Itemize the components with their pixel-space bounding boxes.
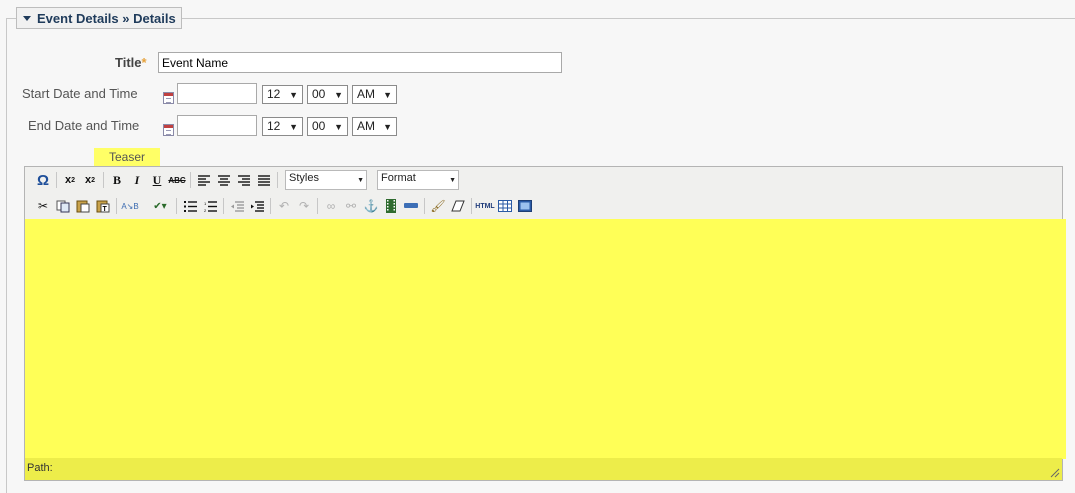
start-hour-select[interactable]: 12 ▼: [262, 85, 303, 104]
end-date-label: End Date and Time: [28, 118, 140, 133]
find-replace-icon[interactable]: A↘B: [120, 196, 140, 216]
special-char-icon[interactable]: Ω: [33, 170, 53, 190]
italic-icon[interactable]: I: [127, 170, 147, 190]
start-ampm-select[interactable]: AM ▼: [352, 85, 397, 104]
indent-icon[interactable]: [247, 196, 267, 216]
subscript-icon[interactable]: x2: [60, 170, 80, 190]
svg-text:2: 2: [204, 208, 207, 212]
path-label: Path:: [27, 462, 53, 474]
align-justify-icon[interactable]: [254, 170, 274, 190]
eraser-icon[interactable]: [448, 196, 468, 216]
undo-icon[interactable]: ↶: [274, 196, 294, 216]
toolbar-separator: [143, 198, 144, 214]
cut-icon[interactable]: ✂: [33, 196, 53, 216]
numbered-list-icon[interactable]: 12: [200, 196, 220, 216]
paste-text-icon[interactable]: T: [93, 196, 113, 216]
bullet-list-icon[interactable]: [180, 196, 200, 216]
dropdown-arrow-icon: ▼: [289, 90, 298, 100]
end-hour-select[interactable]: 12 ▼: [262, 117, 303, 136]
cleanup-brush-icon[interactable]: 🖌: [428, 196, 448, 216]
toolbar-separator: [277, 172, 278, 188]
toolbar-separator: [103, 172, 104, 188]
link-icon[interactable]: ∞: [321, 196, 341, 216]
editor-content-area[interactable]: [25, 219, 1066, 459]
html-source-icon[interactable]: HTML: [475, 196, 495, 216]
align-left-icon[interactable]: [194, 170, 214, 190]
align-right-icon[interactable]: [234, 170, 254, 190]
dropdown-arrow-icon: ▼: [449, 177, 456, 184]
paste-icon[interactable]: [73, 196, 93, 216]
start-minute-select[interactable]: 00 ▼: [307, 85, 348, 104]
legend-label: Event Details » Details: [37, 10, 176, 26]
copy-icon[interactable]: [53, 196, 73, 216]
toolbar-separator: [116, 198, 117, 214]
required-star: *: [141, 55, 147, 70]
styles-dropdown[interactable]: Styles ▼: [285, 170, 367, 190]
toolbar-separator: [471, 198, 472, 214]
title-label: Title*: [115, 55, 147, 70]
svg-text:1: 1: [204, 201, 207, 206]
fieldset-legend-toggle[interactable]: Event Details » Details: [16, 7, 182, 29]
anchor-icon[interactable]: ⚓: [361, 196, 381, 216]
dropdown-arrow-icon: ▼: [383, 90, 392, 100]
strikethrough-icon[interactable]: ABC: [167, 170, 187, 190]
end-date-input[interactable]: [177, 115, 257, 136]
end-ampm-select[interactable]: AM ▼: [352, 117, 397, 136]
toolbar-separator: [190, 172, 191, 188]
editor-status-bar: Path:: [25, 458, 1062, 480]
spellcheck-icon[interactable]: ✔▾: [147, 196, 173, 216]
calendar-icon[interactable]: [163, 124, 174, 136]
redo-icon[interactable]: ↷: [294, 196, 314, 216]
outdent-icon[interactable]: [227, 196, 247, 216]
toolbar-row-2: ✂ T A↘B ✔▾ 12 ↶ ↷ ∞ ⚯ ⚓ 🖌 HTML: [33, 195, 535, 217]
dropdown-arrow-icon: ▼: [334, 90, 343, 100]
collapse-triangle-icon: [23, 15, 31, 21]
teaser-label: Teaser: [94, 148, 160, 166]
toolbar-row-1: Ω x2 x2 B I U ABC Styles ▼ Format ▼: [33, 169, 469, 191]
format-dropdown[interactable]: Format ▼: [377, 170, 459, 190]
unlink-icon[interactable]: ⚯: [341, 196, 361, 216]
start-date-input[interactable]: [177, 83, 257, 104]
dropdown-arrow-icon: ▼: [383, 122, 392, 132]
toolbar-separator: [176, 198, 177, 214]
toolbar-separator: [317, 198, 318, 214]
media-icon[interactable]: [381, 196, 401, 216]
fullscreen-icon[interactable]: [515, 196, 535, 216]
start-date-label: Start Date and Time: [22, 86, 138, 101]
underline-icon[interactable]: U: [147, 170, 167, 190]
toolbar-separator: [270, 198, 271, 214]
resize-grip-icon[interactable]: [1050, 468, 1060, 478]
svg-text:T: T: [103, 206, 108, 213]
calendar-icon[interactable]: [163, 92, 174, 104]
toolbar-separator: [424, 198, 425, 214]
toolbar-separator: [223, 198, 224, 214]
end-minute-select[interactable]: 00 ▼: [307, 117, 348, 136]
rich-text-editor: Ω x2 x2 B I U ABC Styles ▼ Format ▼ ✂ T A↘…: [24, 166, 1066, 481]
dropdown-arrow-icon: ▼: [289, 122, 298, 132]
fieldset-border-left: [6, 18, 7, 493]
align-center-icon[interactable]: [214, 170, 234, 190]
toolbar-separator: [56, 172, 57, 188]
dropdown-arrow-icon: ▼: [334, 122, 343, 132]
horizontal-rule-icon[interactable]: [401, 196, 421, 216]
bold-icon[interactable]: B: [107, 170, 127, 190]
superscript-icon[interactable]: x2: [80, 170, 100, 190]
title-input[interactable]: [158, 52, 562, 73]
table-icon[interactable]: [495, 196, 515, 216]
dropdown-arrow-icon: ▼: [357, 177, 364, 184]
